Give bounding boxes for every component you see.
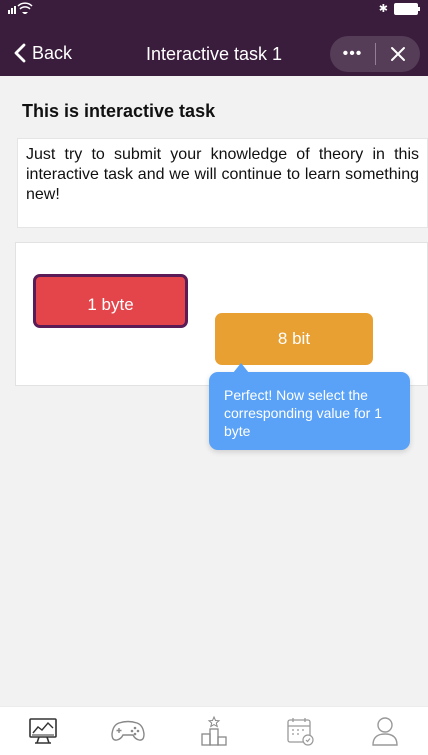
tab-games[interactable] xyxy=(108,711,148,751)
close-button[interactable] xyxy=(376,46,420,62)
tab-calendar[interactable] xyxy=(280,711,320,751)
signal-wifi-icon xyxy=(8,2,38,18)
header-actions: ••• xyxy=(330,36,420,72)
bluetooth-icon: ✱ xyxy=(378,3,388,15)
answer-chip-option[interactable]: 8 bit xyxy=(215,313,373,365)
tab-profile[interactable] xyxy=(365,711,405,751)
battery-icon xyxy=(394,3,420,15)
hint-tooltip: Perfect! Now select the corresponding va… xyxy=(209,363,410,450)
tab-theory[interactable] xyxy=(23,711,63,751)
task-description: Just try to submit your knowledge of the… xyxy=(17,138,428,228)
bottom-tab-bar xyxy=(0,706,428,755)
monitor-chart-icon xyxy=(28,718,57,744)
calendar-icon xyxy=(286,718,314,746)
top-bar: ✱ Back Interactive task 1 ••• xyxy=(0,0,428,76)
tab-leaderboard[interactable] xyxy=(194,711,234,751)
gamepad-icon xyxy=(111,720,146,741)
close-icon xyxy=(391,47,405,61)
status-bar: ✱ xyxy=(0,0,428,18)
more-options-button[interactable]: ••• xyxy=(330,45,375,63)
answer-chip-selected[interactable]: 1 byte xyxy=(33,274,188,328)
podium-icon xyxy=(201,715,227,746)
task-heading: This is interactive task xyxy=(22,101,216,121)
user-icon xyxy=(372,717,398,746)
